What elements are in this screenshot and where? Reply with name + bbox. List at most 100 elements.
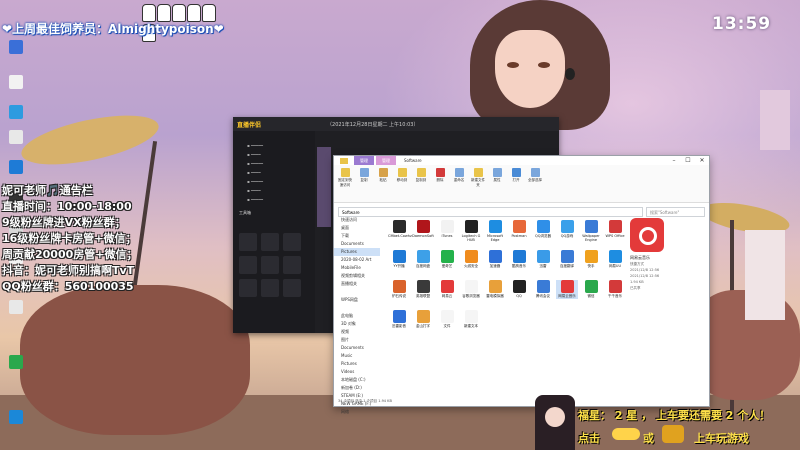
tool-icon[interactable] xyxy=(261,279,279,297)
file-item[interactable]: 加速器 xyxy=(484,250,506,269)
nav-item[interactable]: 3D 对象 xyxy=(334,320,380,328)
tool-icon[interactable] xyxy=(261,233,279,251)
desktop-shortcut[interactable] xyxy=(6,130,26,144)
file-item[interactable]: 文件 xyxy=(436,310,458,329)
nav-item[interactable]: 网络 xyxy=(334,408,380,416)
nav-item[interactable] xyxy=(334,304,380,312)
file-item[interactable]: 网易云音乐 xyxy=(556,280,578,299)
nav-item[interactable]: 2020-08-02 Art xyxy=(334,256,380,264)
file-item[interactable]: 快手 xyxy=(580,250,602,269)
nav-item[interactable]: 视频 xyxy=(334,328,380,336)
desktop-shortcut[interactable] xyxy=(6,40,26,54)
ribbon-button[interactable]: 属性 xyxy=(490,168,504,183)
maximize-button[interactable]: ☐ xyxy=(681,157,695,164)
file-item[interactable]: 微信 xyxy=(580,280,602,299)
file-item[interactable]: QQ浏览器 xyxy=(532,220,554,239)
ribbon-button[interactable]: 删除 xyxy=(433,168,447,183)
file-item[interactable]: 酷狗音乐 xyxy=(508,250,530,269)
ribbon-button[interactable]: 移动到 xyxy=(395,168,409,183)
file-item[interactable]: DaemonSoft xyxy=(412,220,434,238)
tool-icon[interactable] xyxy=(283,233,301,251)
file-item[interactable]: 雷电模拟器 xyxy=(484,280,506,299)
file-item[interactable]: 千千音乐 xyxy=(604,280,626,299)
nav-item[interactable]: 图片 xyxy=(334,336,380,344)
app-side-row[interactable]: ▪ ━━━━ xyxy=(233,186,315,195)
nav-item[interactable]: 此电脑 xyxy=(334,312,380,320)
file-item[interactable]: Microsoft Edge xyxy=(484,220,506,242)
file-item[interactable]: 迅雷 xyxy=(532,250,554,269)
tool-icon[interactable] xyxy=(239,279,257,297)
app-side-row[interactable]: ▪ ━━━━━ xyxy=(233,141,315,150)
tab-manage[interactable]: 管理 xyxy=(354,156,374,165)
file-item[interactable]: 网易云 xyxy=(436,280,458,299)
ribbon-button[interactable]: 重命名 xyxy=(452,168,466,183)
tool-icon[interactable] xyxy=(261,256,279,274)
desktop-shortcut[interactable] xyxy=(6,410,26,424)
file-item[interactable]: 火绒安全 xyxy=(460,250,482,269)
ribbon-button[interactable]: 复制到 xyxy=(414,168,428,183)
file-item[interactable]: YY开播 xyxy=(388,250,410,269)
desktop-shortcut[interactable] xyxy=(6,105,26,119)
file-item[interactable]: CMbet.Cowhz xyxy=(388,220,412,238)
tool-icon[interactable] xyxy=(239,233,257,251)
nav-item[interactable]: MobileFile xyxy=(334,264,380,272)
app-side-row[interactable]: ▪ ━━━━ xyxy=(233,168,315,177)
desktop-shortcut[interactable] xyxy=(6,160,26,174)
tool-icon[interactable] xyxy=(239,256,257,274)
nav-item[interactable]: Documents xyxy=(334,240,380,248)
nav-item[interactable]: 本地磁盘 (C:) xyxy=(334,376,380,384)
ribbon-button[interactable]: 打开 xyxy=(509,168,523,183)
nav-item[interactable]: Videos xyxy=(334,368,380,376)
file-item[interactable]: 炉石传说 xyxy=(388,280,410,299)
file-item[interactable]: 腾讯会议 xyxy=(532,280,554,299)
nav-item[interactable]: 直播相关 xyxy=(334,280,380,288)
file-item[interactable]: 英雄联盟 xyxy=(412,280,434,299)
close-button[interactable]: ✕ xyxy=(695,157,709,164)
file-item[interactable]: QQ xyxy=(508,280,530,298)
app-side-row[interactable]: ▪ ━━━━━ xyxy=(233,195,315,204)
ribbon-button[interactable]: 新建文件夹 xyxy=(471,168,485,188)
tool-icon[interactable] xyxy=(283,256,301,274)
nav-item[interactable]: 桌面 xyxy=(334,224,380,232)
nav-item[interactable]: Music xyxy=(334,352,380,360)
tool-icon[interactable] xyxy=(283,279,301,297)
search-input[interactable]: 搜索"Software" xyxy=(646,207,705,217)
nav-item[interactable] xyxy=(334,288,380,296)
app-side-row[interactable]: ▪ ━━━━━ xyxy=(233,159,315,168)
tab-software[interactable]: Software xyxy=(398,156,428,165)
file-item[interactable]: 百度翻译 xyxy=(556,250,578,269)
app-side-row[interactable]: ▪ ━━━━━ xyxy=(233,177,315,186)
desktop-shortcut[interactable] xyxy=(6,300,26,314)
address-bar[interactable]: Software xyxy=(338,207,643,217)
desktop-shortcut[interactable] xyxy=(6,355,26,369)
ribbon-button[interactable]: 固定到快速访问 xyxy=(338,168,352,188)
file-item[interactable]: 爱奇艺 xyxy=(436,250,458,269)
desktop-shortcut[interactable] xyxy=(6,75,26,89)
file-item[interactable]: QQ游戏 xyxy=(556,220,578,239)
nav-item[interactable]: 下载 xyxy=(334,232,380,240)
nav-item[interactable]: WPS网盘 xyxy=(334,296,380,304)
file-item[interactable]: 新建文本 xyxy=(460,310,482,329)
nav-item[interactable]: Documents xyxy=(334,344,380,352)
file-item[interactable]: iTunes xyxy=(436,220,458,238)
app-side-row[interactable]: ▪ ━━━━ xyxy=(233,150,315,159)
file-item[interactable]: 金山打字 xyxy=(412,310,434,329)
nav-item[interactable]: 快速访问 xyxy=(334,216,380,224)
file-item[interactable]: 谷歌浏览器 xyxy=(460,280,482,299)
nav-item[interactable]: Pictures xyxy=(334,360,380,368)
file-item[interactable]: Logitech G HUB xyxy=(460,220,482,242)
ribbon-button[interactable]: 全部选择 xyxy=(528,168,542,183)
nav-item[interactable]: 视频剪辑相关 xyxy=(334,272,380,280)
file-explorer-window[interactable]: 管理 管理 Software – ☐ ✕ 固定到快速访问 复制 粘贴 移动到 复制到 删除… xyxy=(333,155,710,414)
minimize-button[interactable]: – xyxy=(667,157,681,164)
nav-item[interactable]: Pictures xyxy=(334,248,380,256)
nav-item[interactable]: 新加卷 (D:) xyxy=(334,384,380,392)
file-item[interactable]: Postman xyxy=(508,220,530,238)
tab-manage-2[interactable]: 管理 xyxy=(376,156,396,165)
file-item[interactable]: WPS Office xyxy=(604,220,626,238)
file-item[interactable]: 网易UU xyxy=(604,250,626,269)
ribbon-button[interactable]: 粘贴 xyxy=(376,168,390,183)
file-item[interactable]: 百度网盘 xyxy=(412,250,434,269)
file-item[interactable]: 迅雷影音 xyxy=(388,310,410,329)
file-item[interactable]: Wallpaper Engine xyxy=(580,220,602,242)
